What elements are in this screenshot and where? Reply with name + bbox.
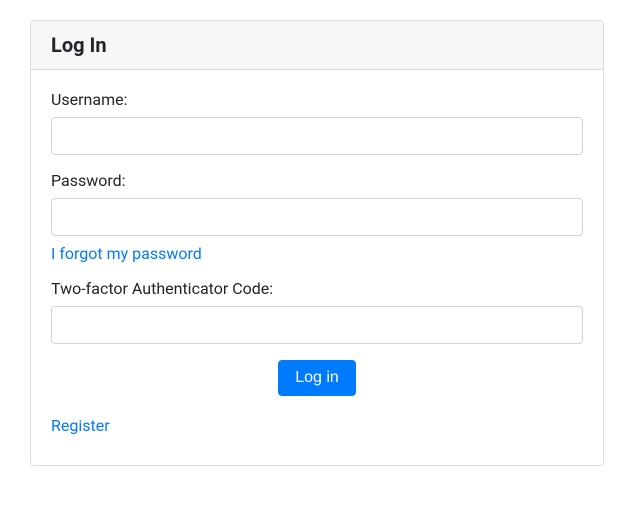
login-button[interactable]: Log in (278, 360, 356, 396)
login-card: Log In Username: Password: I forgot my p… (30, 20, 604, 466)
username-input[interactable] (51, 117, 583, 155)
username-label: Username: (51, 90, 583, 109)
card-header: Log In (31, 21, 603, 70)
card-body: Username: Password: I forgot my password… (31, 70, 603, 465)
twofactor-input[interactable] (51, 306, 583, 344)
forgot-password-wrap: I forgot my password (51, 244, 583, 263)
password-group: Password: (51, 171, 583, 236)
submit-row: Log in (51, 360, 583, 396)
password-label: Password: (51, 171, 583, 190)
username-group: Username: (51, 90, 583, 155)
password-input[interactable] (51, 198, 583, 236)
register-link[interactable]: Register (51, 416, 110, 435)
register-wrap: Register (51, 416, 583, 435)
forgot-password-link[interactable]: I forgot my password (51, 244, 202, 263)
twofactor-group: Two-factor Authenticator Code: (51, 279, 583, 344)
card-title: Log In (51, 33, 583, 57)
twofactor-label: Two-factor Authenticator Code: (51, 279, 583, 298)
